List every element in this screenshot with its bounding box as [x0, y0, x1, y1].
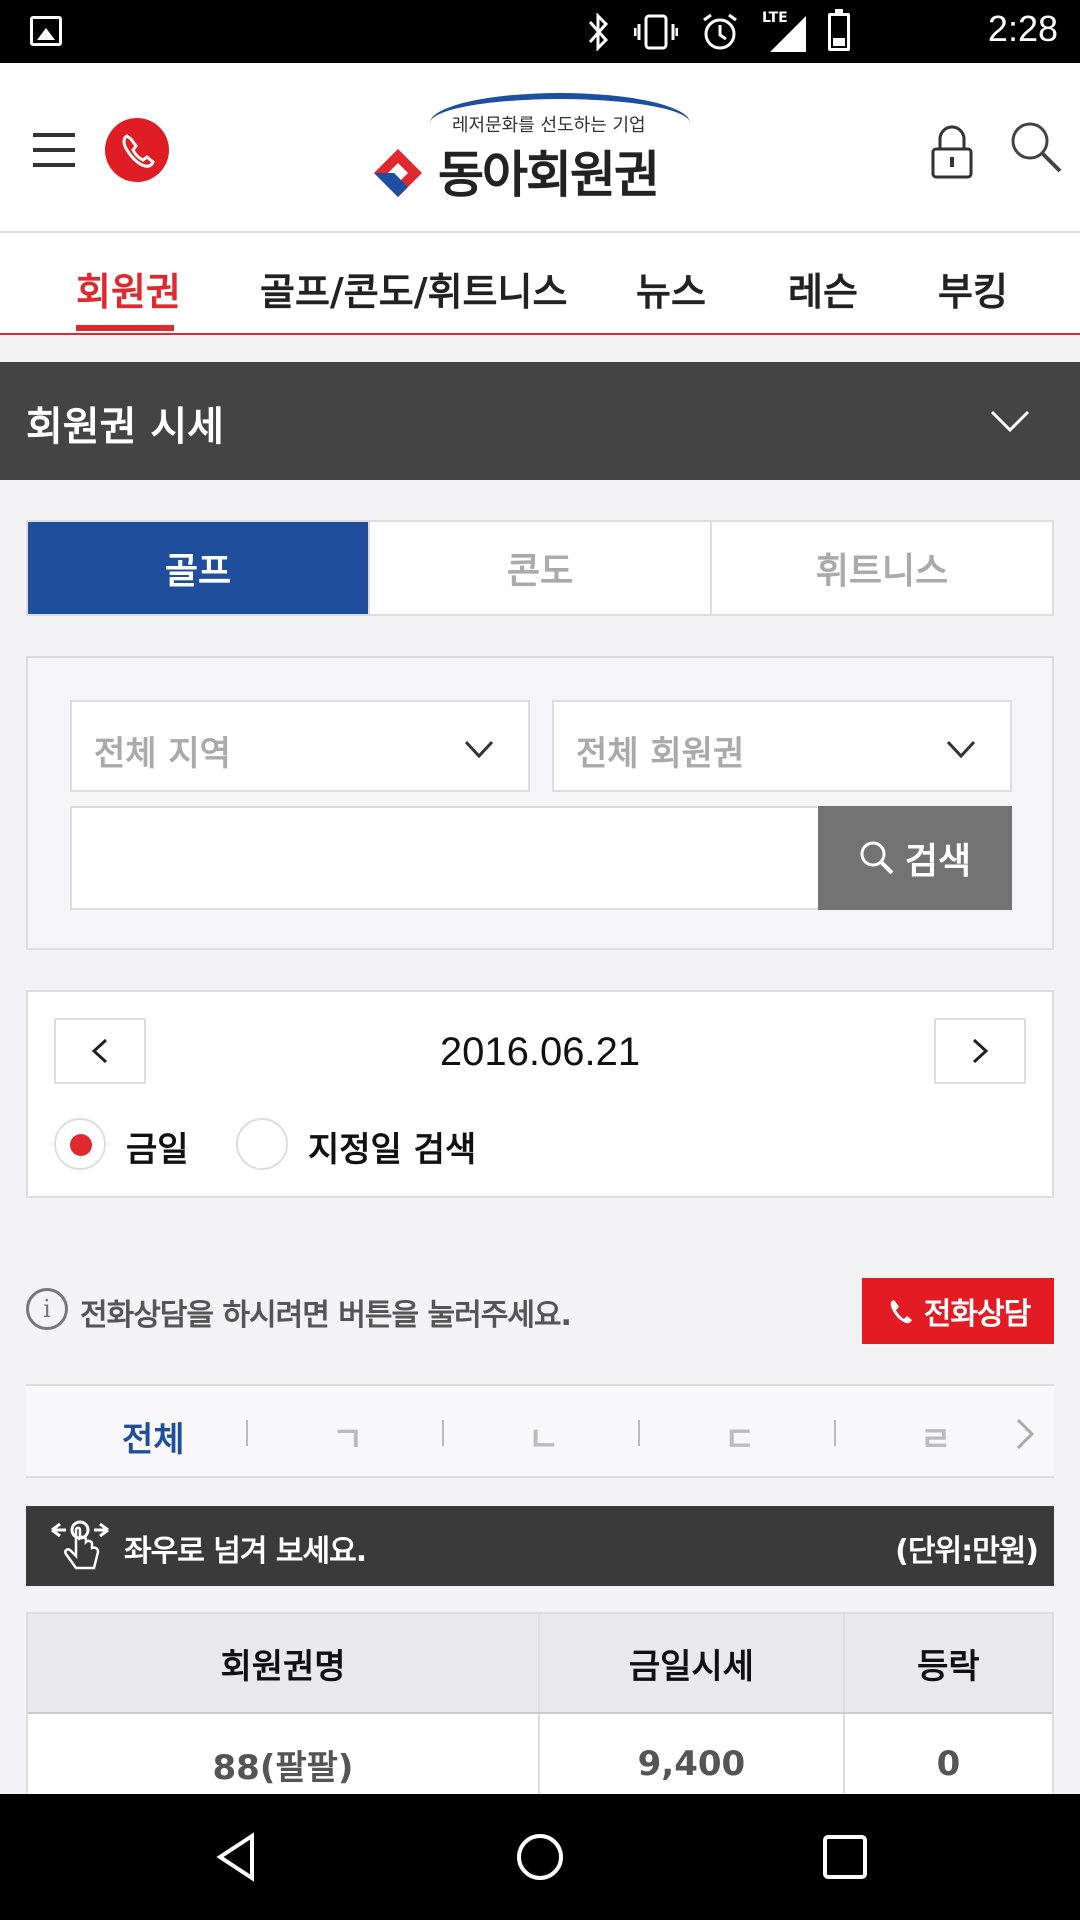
index-tab-nieun[interactable]: ㄴ [528, 1412, 559, 1461]
logo-mark-icon [374, 149, 422, 197]
section-title: 회원권 시세 [26, 404, 224, 450]
alarm-icon [703, 13, 737, 50]
keyword-input[interactable] [70, 806, 824, 910]
nav-item-lesson[interactable]: 레슨 [788, 261, 858, 316]
index-tab-giyeok[interactable]: ㄱ [332, 1412, 363, 1461]
unit-label: (단위:만원) [895, 1534, 1039, 1569]
nav-item-golf-condo-fitness[interactable]: 골프/콘도/휘트니스 [260, 261, 567, 316]
signal-icon: LTE [762, 10, 806, 52]
tab-golf[interactable]: 골프 [28, 522, 370, 614]
index-tab-digeut[interactable]: ㄷ [724, 1412, 755, 1461]
radio-today-label[interactable]: 금일 [126, 1122, 189, 1171]
index-tab-all[interactable]: 전체 [122, 1412, 185, 1461]
divider [246, 1420, 248, 1446]
search-button[interactable]: 검색 [818, 806, 1012, 910]
phone-icon [890, 1300, 912, 1324]
home-icon[interactable] [515, 1832, 565, 1882]
info-icon: i [26, 1288, 68, 1330]
index-filter-bar: 전체 ㄱ ㄴ ㄷ ㄹ [26, 1384, 1054, 1478]
battery-icon [828, 9, 850, 51]
status-time: 2:28 [987, 8, 1058, 49]
tab-condo[interactable]: 콘도 [370, 522, 712, 614]
recents-icon[interactable] [820, 1832, 870, 1882]
gallery-icon [30, 16, 62, 46]
table-header-row: 회원권명 금일시세 등락 [28, 1614, 1052, 1714]
nav-item-news[interactable]: 뉴스 [636, 261, 706, 316]
chevron-right-icon [972, 1038, 989, 1064]
main-nav: 회원권 골프/콘도/휘트니스 뉴스 레슨 부킹 [0, 233, 1080, 335]
swipe-hand-icon [51, 1520, 109, 1570]
search-icon[interactable] [1008, 119, 1064, 175]
bluetooth-icon [588, 12, 609, 52]
system-nav-bar [0, 1794, 1080, 1920]
phone-consult-button[interactable]: 전화상담 [862, 1278, 1054, 1344]
phone-icon [122, 134, 155, 168]
next-date-button[interactable] [934, 1018, 1026, 1084]
divider [638, 1420, 640, 1446]
info-text: 전화상담을 하시려면 버튼을 눌러주세요. [80, 1298, 572, 1333]
radio-today[interactable] [54, 1118, 106, 1170]
swipe-hint-bar: 좌우로 넘겨 보세요. (단위:만원) [26, 1506, 1054, 1586]
hamburger-menu-icon[interactable] [33, 133, 75, 167]
region-select[interactable]: 전체 지역 [70, 700, 530, 792]
chevron-down-icon [464, 740, 494, 759]
site-header: 레저문화를 선도하는 기업 동아회원권 [0, 63, 1080, 233]
nav-item-membership[interactable]: 회원권 [76, 261, 181, 316]
radio-custom-date-label[interactable]: 지정일 검색 [308, 1122, 476, 1171]
vibrate-icon [634, 14, 678, 50]
back-icon[interactable] [212, 1832, 262, 1882]
status-bar: LTE 2:28 [0, 0, 1080, 63]
divider [834, 1420, 836, 1446]
logo-subtitle: 레저문화를 선도하는 기업 [452, 115, 646, 136]
logo-title: 동아회원권 [438, 146, 660, 204]
swipe-hint-text: 좌우로 넘겨 보세요. [124, 1534, 367, 1569]
region-select-value: 전체 지역 [94, 734, 231, 774]
status-icons: LTE [586, 9, 850, 54]
search-button-label: 검색 [904, 841, 972, 882]
phone-consult-label: 전화상담 [923, 1297, 1031, 1332]
current-date: 2016.06.21 [439, 1030, 641, 1074]
radio-custom-date[interactable] [236, 1118, 288, 1170]
chevron-down-icon [946, 740, 976, 759]
nav-active-indicator [76, 325, 174, 331]
chevron-down-icon[interactable] [990, 402, 1030, 442]
site-logo[interactable]: 레저문화를 선도하는 기업 동아회원권 [370, 93, 720, 204]
date-selector: 2016.06.21 금일 지정일 검색 [26, 990, 1054, 1198]
search-panel: 전체 지역 전체 회원권 검색 [26, 656, 1054, 950]
membership-select[interactable]: 전체 회원권 [552, 700, 1012, 792]
lock-icon[interactable] [930, 125, 974, 179]
column-header-today-price[interactable]: 금일시세 [540, 1614, 845, 1712]
tab-fitness[interactable]: 휘트니스 [712, 522, 1052, 614]
divider [442, 1420, 444, 1446]
phone-call-button[interactable] [105, 118, 169, 182]
nav-item-booking[interactable]: 부킹 [938, 261, 1008, 316]
category-tabs: 골프 콘도 휘트니스 [26, 520, 1054, 616]
membership-select-value: 전체 회원권 [576, 734, 745, 774]
index-tab-rieul[interactable]: ㄹ [920, 1412, 951, 1461]
column-header-change[interactable]: 등락 [845, 1614, 1052, 1712]
price-table: 회원권명 금일시세 등락 88(팔팔) 9,400 0 [26, 1612, 1054, 1816]
section-header[interactable]: 회원권 시세 [0, 362, 1080, 480]
search-icon [860, 841, 894, 875]
chevron-right-icon[interactable] [1014, 1416, 1038, 1452]
column-header-name[interactable]: 회원권명 [28, 1614, 540, 1712]
